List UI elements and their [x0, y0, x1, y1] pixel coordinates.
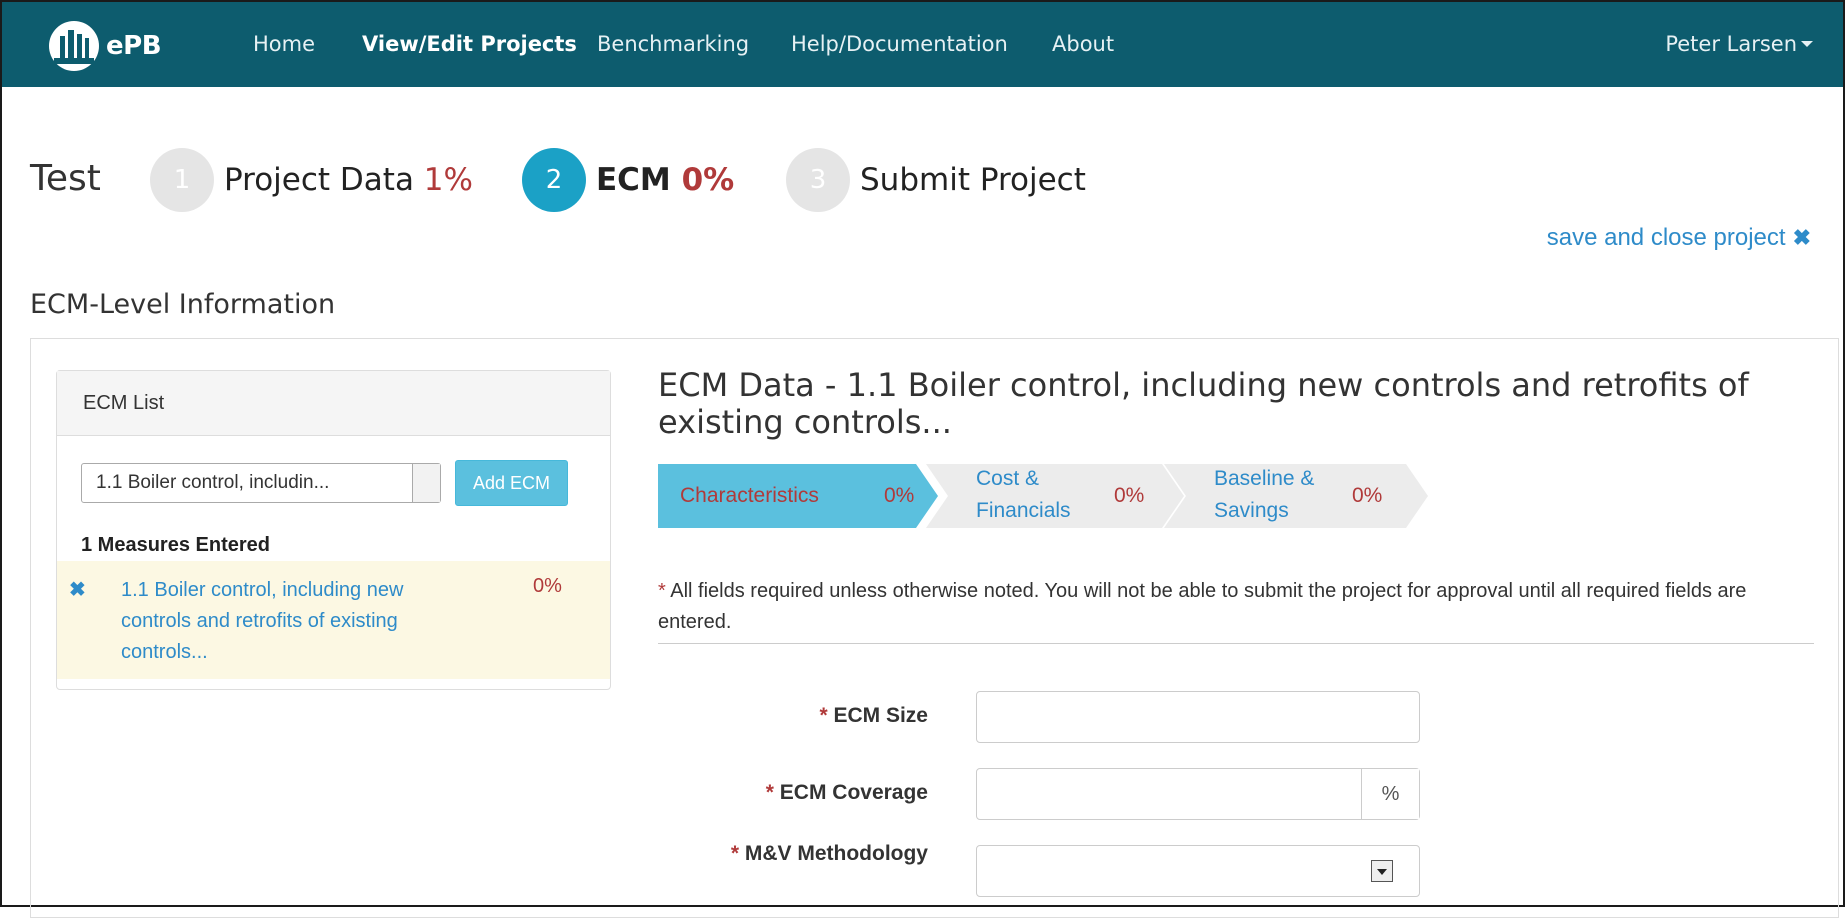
nav-home[interactable]: Home	[253, 32, 315, 56]
step-label-text: ECM	[596, 162, 671, 198]
brand-logo[interactable]: ePB	[46, 18, 162, 74]
step-label: ECM 0%	[596, 162, 734, 198]
nav-benchmarking[interactable]: Benchmarking	[597, 32, 749, 56]
caret-down-icon	[1801, 41, 1813, 47]
step-label-text: Submit Project	[860, 162, 1086, 198]
mv-methodology-select[interactable]	[976, 845, 1420, 897]
ecm-size-input[interactable]	[976, 691, 1420, 743]
section-title: ECM-Level Information	[30, 289, 336, 320]
step-percent: 1%	[423, 162, 473, 198]
save-close-project-link[interactable]: save and close project ✖	[1547, 224, 1811, 252]
step-submit-project[interactable]: 3 Submit Project	[786, 148, 1086, 212]
field-label-text: ECM Size	[833, 704, 928, 727]
tab-label-line1: Baseline &	[1214, 467, 1315, 490]
step-number: 3	[786, 148, 850, 212]
required-note-text: All fields required unless otherwise not…	[658, 580, 1747, 633]
ecm-select-value: 1.1 Boiler control, includin...	[96, 472, 330, 493]
tab-label: Characteristics	[680, 484, 819, 507]
tab-baseline-savings[interactable]: Baseline & Savings 0%	[1164, 464, 1428, 528]
ecm-coverage-input[interactable]: %	[976, 768, 1420, 820]
step-label: Project Data 1%	[224, 162, 473, 198]
tab-cost-financials[interactable]: Cost & Financials 0%	[926, 464, 1184, 528]
step-ecm[interactable]: 2 ECM 0%	[522, 148, 734, 212]
nav-help-documentation[interactable]: Help/Documentation	[791, 32, 1008, 56]
required-star: *	[730, 842, 739, 865]
measure-name-link[interactable]: 1.1 Boiler control, including new contro…	[121, 575, 461, 668]
measure-percent: 0%	[533, 575, 562, 597]
measures-count: 1 Measures Entered	[81, 534, 270, 556]
step-label: Submit Project	[860, 162, 1086, 198]
ecm-list-heading: ECM List	[57, 371, 610, 436]
ecm-data-title: ECM Data - 1.1 Boiler control, including…	[658, 366, 1749, 441]
step-project-data[interactable]: 1 Project Data 1%	[150, 148, 473, 212]
step-number: 1	[150, 148, 214, 212]
required-star: *	[765, 781, 774, 804]
top-navbar: ePB Home View/Edit Projects Benchmarking…	[2, 2, 1843, 87]
ecm-size-label: * ECM Size	[658, 704, 928, 728]
tab-percent: 0%	[1352, 484, 1383, 507]
dropdown-arrow-icon[interactable]	[1371, 860, 1393, 882]
ecm-list-panel: ECM List 1.1 Boiler control, includin...…	[56, 370, 611, 690]
close-icon: ✖	[1792, 225, 1811, 250]
divider	[658, 643, 1814, 644]
user-name: Peter Larsen	[1665, 32, 1797, 56]
tab-label-line2: Financials	[976, 499, 1071, 522]
tab-label-line1: Cost &	[976, 467, 1040, 490]
user-menu[interactable]: Peter Larsen	[1665, 32, 1813, 56]
step-percent: 0%	[681, 162, 735, 198]
nav-view-edit-projects[interactable]: View/Edit Projects	[362, 32, 577, 56]
epb-logo-icon	[49, 21, 99, 71]
field-label-text: ECM Coverage	[779, 781, 928, 804]
project-name: Test	[30, 158, 101, 199]
step-label-text: Project Data	[224, 162, 414, 198]
tab-characteristics[interactable]: Characteristics 0%	[658, 464, 938, 528]
field-label-text: M&V Methodology	[744, 842, 928, 865]
save-close-label: save and close project	[1546, 224, 1786, 251]
nav-about[interactable]: About	[1052, 32, 1114, 56]
add-ecm-button[interactable]: Add ECM	[455, 460, 568, 506]
dropdown-arrow-icon[interactable]	[412, 464, 440, 502]
required-star: *	[819, 704, 828, 727]
ecm-select-dropdown[interactable]: 1.1 Boiler control, includin...	[81, 463, 441, 503]
tab-percent: 0%	[884, 484, 915, 507]
step-number: 2	[522, 148, 586, 212]
brand-name: ePB	[106, 31, 162, 61]
mv-methodology-label: * M&V Methodology	[658, 842, 928, 866]
percent-addon: %	[1361, 769, 1419, 819]
required-fields-note: * All fields required unless otherwise n…	[658, 576, 1818, 638]
tab-percent: 0%	[1114, 484, 1145, 507]
delete-icon[interactable]: ✖	[69, 577, 86, 602]
list-item[interactable]: ✖ 1.1 Boiler control, including new cont…	[57, 561, 610, 679]
ecm-coverage-label: * ECM Coverage	[658, 781, 928, 805]
required-star: *	[658, 580, 666, 602]
tab-label-line2: Savings	[1214, 499, 1289, 522]
